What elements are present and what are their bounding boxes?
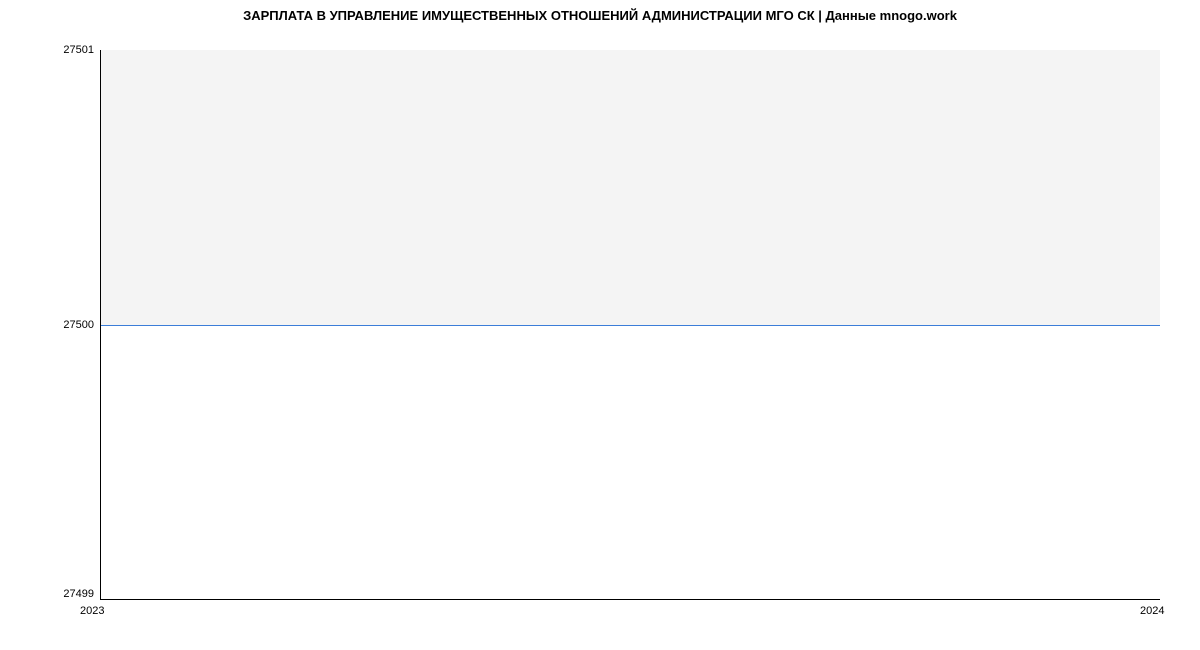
y-axis-tick-label: 27501: [63, 44, 94, 56]
series-line: [101, 325, 1160, 326]
x-axis-tick-label: 2024: [1140, 605, 1164, 617]
chart-title: ЗАРПЛАТА В УПРАВЛЕНИЕ ИМУЩЕСТВЕННЫХ ОТНО…: [0, 8, 1200, 23]
x-axis-tick-label: 2023: [80, 605, 104, 617]
y-axis-tick-label: 27499: [63, 588, 94, 600]
y-axis-tick-label: 27500: [63, 319, 94, 331]
plot-shaded-region: [101, 50, 1160, 325]
plot-area: [100, 50, 1160, 600]
